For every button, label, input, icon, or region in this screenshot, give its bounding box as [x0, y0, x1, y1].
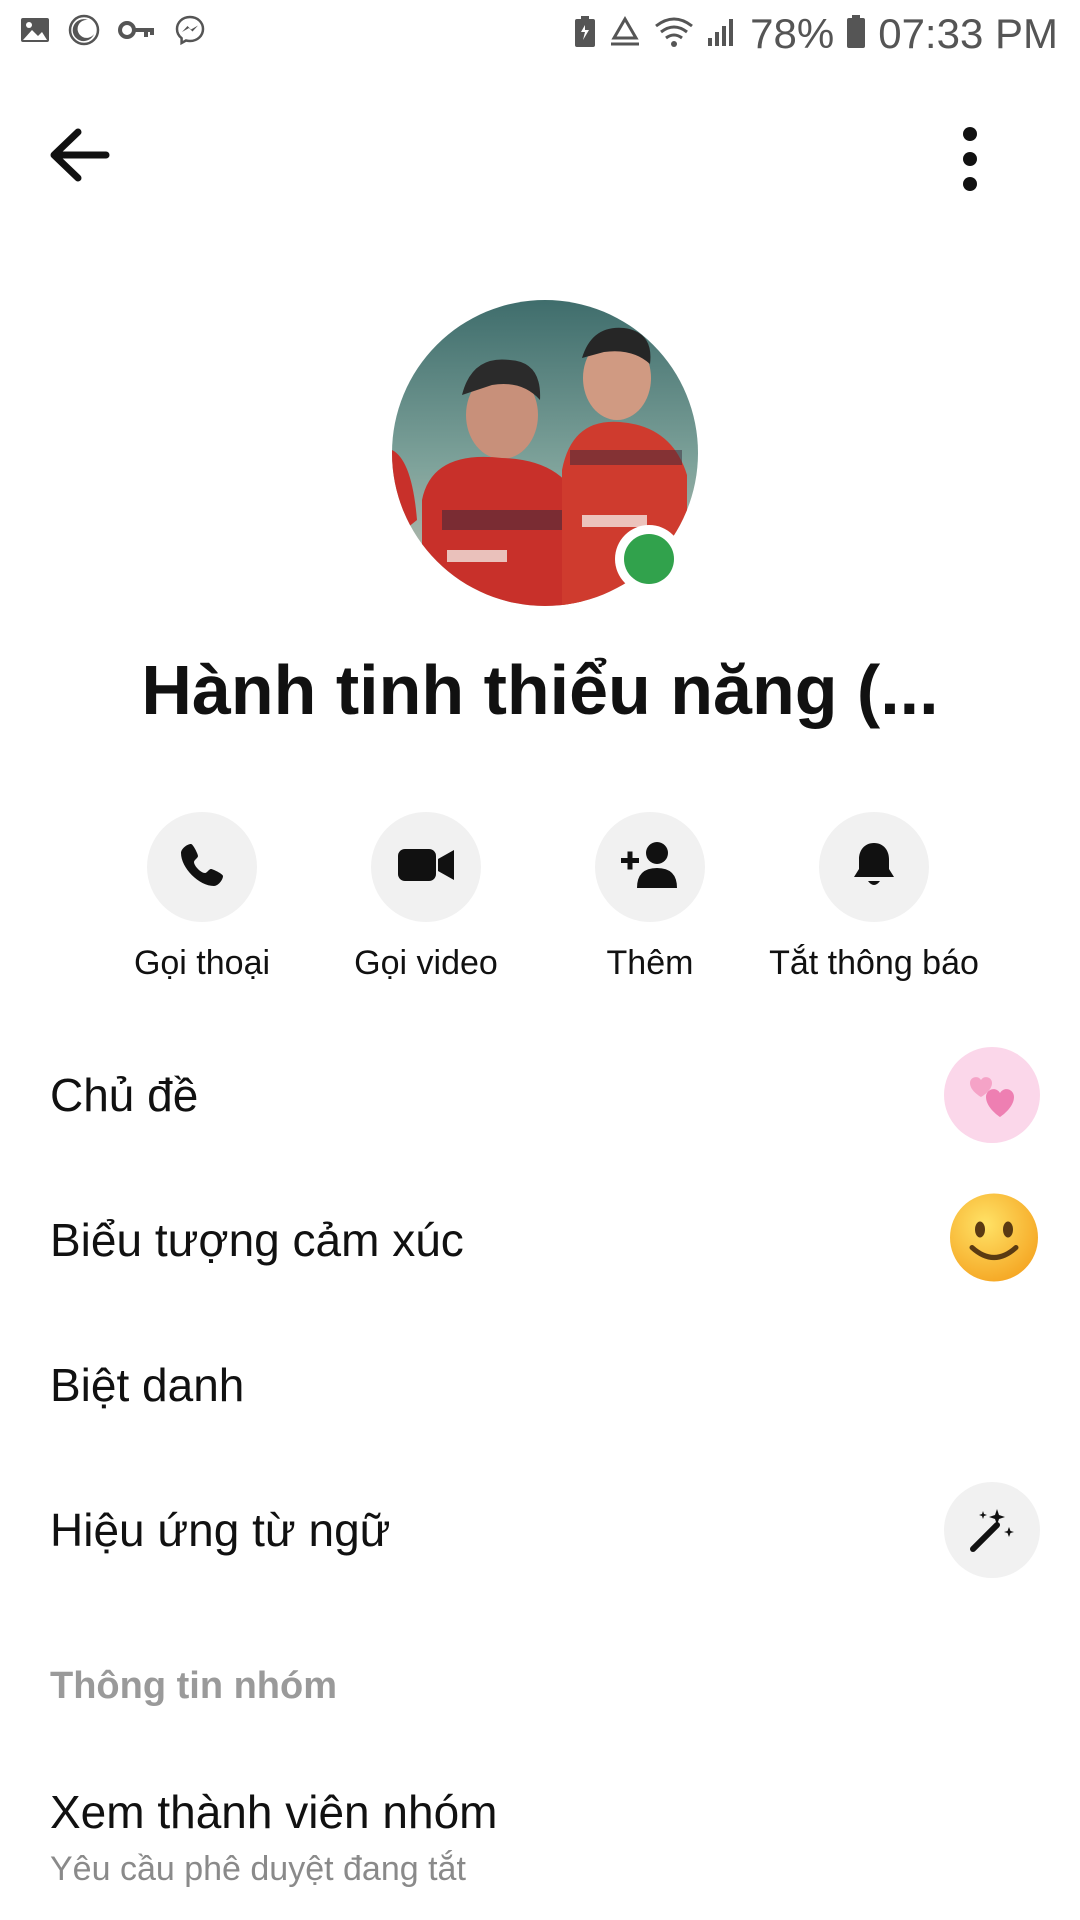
nickname-label: Biệt danh [50, 1359, 245, 1411]
emoji-row[interactable]: Biểu tượng cảm xúc [0, 1175, 1080, 1305]
battery-percent: 78% [750, 10, 835, 57]
signal-icon [706, 16, 738, 53]
status-right-icons: 78% 07:33 PM [574, 10, 1058, 58]
add-person-icon [619, 840, 681, 895]
word-effects-label: Hiệu ứng từ ngữ [50, 1504, 391, 1556]
quick-actions: Gọi thoại Gọi video Thêm Tắt thông báo [0, 812, 1080, 992]
recycle-icon [608, 15, 642, 53]
video-camera-icon [396, 845, 456, 890]
approval-status-text: Yêu cầu phê duyệt đang tắt [50, 1850, 466, 1888]
group-info-header: Thông tin nhóm [50, 1665, 338, 1707]
phone-icon [177, 840, 227, 895]
clock: 07:33 PM [878, 10, 1058, 57]
video-call-button-circle[interactable] [371, 812, 481, 922]
magic-wand-icon [944, 1482, 1040, 1578]
add-member-button[interactable]: Thêm [530, 812, 770, 983]
word-effects-preview [944, 1482, 1040, 1578]
status-bar: 78% 07:33 PM [0, 0, 1080, 80]
word-effects-row[interactable]: Hiệu ứng từ ngữ [0, 1465, 1080, 1595]
theme-row[interactable]: Chủ đề [0, 1030, 1080, 1160]
gallery-icon [20, 15, 50, 50]
back-button[interactable] [48, 128, 118, 188]
call-button-circle[interactable] [147, 812, 257, 922]
bell-icon [850, 839, 898, 896]
battery-saver-icon [574, 15, 596, 53]
hearts-theme-icon [944, 1047, 1040, 1143]
call-button[interactable]: Gọi thoại [82, 812, 322, 983]
nickname-row[interactable]: Biệt danh [0, 1320, 1080, 1450]
more-vertical-icon [955, 127, 985, 198]
view-members-button[interactable]: Xem thành viên nhóm [50, 1785, 498, 1839]
moon-icon [68, 14, 100, 51]
emoji-label: Biểu tượng cảm xúc [50, 1214, 464, 1266]
key-icon [118, 18, 156, 47]
arrow-left-icon [48, 128, 112, 186]
theme-label: Chủ đề [50, 1069, 199, 1121]
more-options-button[interactable] [955, 124, 1005, 194]
group-name: Hành tinh thiểu năng (... [141, 651, 939, 729]
wifi-icon [654, 16, 694, 53]
mute-notifications-button[interactable]: Tắt thông báo [754, 812, 994, 983]
smiley-emoji-icon [948, 1192, 1040, 1289]
messenger-icon [174, 14, 206, 51]
video-call-button[interactable]: Gọi video [306, 812, 546, 983]
add-member-label: Thêm [606, 944, 694, 982]
call-label: Gọi thoại [133, 944, 271, 982]
online-status-indicator [615, 525, 683, 593]
status-left-icons [20, 14, 206, 51]
video-call-label: Gọi video [354, 944, 498, 982]
theme-preview [944, 1047, 1040, 1143]
battery-icon [846, 14, 866, 54]
mute-button-circle[interactable] [819, 812, 929, 922]
mute-label: Tắt thông báo [769, 944, 979, 982]
add-member-button-circle[interactable] [595, 812, 705, 922]
